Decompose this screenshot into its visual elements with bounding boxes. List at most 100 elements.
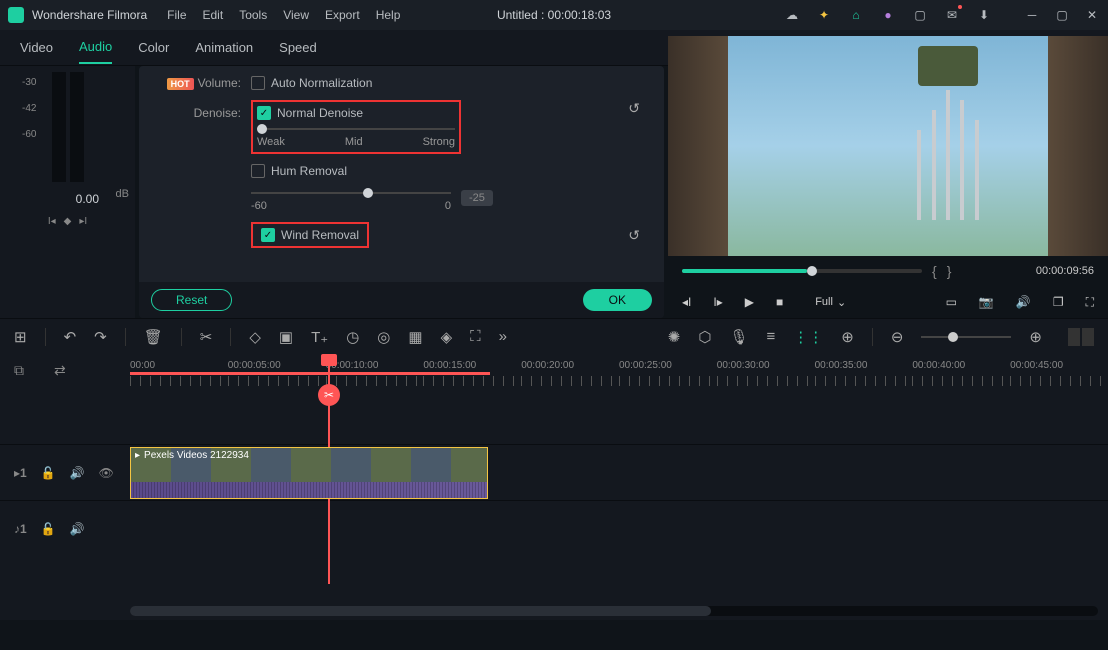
download-icon[interactable]: ⬇ (976, 7, 992, 23)
atrack-icon[interactable]: ♪1 (14, 522, 27, 536)
play-button[interactable]: ▶ (745, 295, 754, 309)
mark-in-icon[interactable]: { (932, 263, 937, 279)
tab-video[interactable]: Video (20, 32, 53, 63)
stop-button[interactable]: ■ (776, 295, 783, 309)
speed-icon[interactable]: ◷ (346, 328, 359, 346)
clip-play-icon: ▸ (135, 450, 140, 461)
volume-label: Volume: (198, 76, 241, 90)
vtrack-icon[interactable]: ▸1 (14, 466, 27, 480)
headphones-icon[interactable]: ⌂ (848, 7, 864, 23)
undo-icon[interactable]: ↶ (64, 328, 77, 346)
timeline-scrollbar[interactable] (130, 606, 1098, 616)
ruler-tick: 00:00:25:00 (619, 360, 717, 371)
ok-button[interactable]: OK (583, 289, 652, 311)
normal-denoise-checkbox[interactable]: ✓ (257, 106, 271, 120)
zoom-in-icon[interactable]: ⊕ (1029, 328, 1042, 346)
sphere-icon[interactable]: ● (880, 7, 896, 23)
ruler-link-icon[interactable]: ⇄ (54, 362, 66, 379)
normal-denoise-label: Normal Denoise (277, 106, 363, 120)
tab-audio[interactable]: Audio (79, 31, 112, 64)
timeline: ⧉ ⇄ 00:00 00:00:05:00 00:00:10:00 00:00:… (0, 354, 1108, 620)
stepframe-back-button[interactable]: I▸ (713, 295, 722, 309)
work-area-bar[interactable] (130, 372, 490, 375)
save-icon[interactable]: ▢ (912, 7, 928, 23)
magnet-icon[interactable]: ✺ (668, 328, 681, 346)
more-icon[interactable]: » (499, 328, 507, 345)
pip-icon[interactable]: ❐ (1053, 295, 1064, 309)
menu-tools[interactable]: Tools (239, 8, 267, 22)
hum-checkbox[interactable] (251, 164, 265, 178)
video-clip[interactable]: ▸ Pexels Videos 2122934 (130, 447, 488, 499)
reset-button[interactable]: Reset (151, 289, 232, 311)
vtrack-eye-icon[interactable]: 👁 (99, 466, 114, 480)
panels-icon[interactable]: ⊞ (14, 328, 27, 346)
text-icon[interactable]: T₊ (311, 328, 328, 346)
crop-icon[interactable]: ▣ (279, 328, 293, 346)
ruler-copy-icon[interactable]: ⧉ (14, 362, 24, 379)
playhead-scissors-icon[interactable]: ✂ (318, 384, 340, 406)
mic-icon[interactable]: 🎙 (729, 328, 748, 346)
app-title: Wondershare Filmora (32, 8, 147, 22)
delete-icon[interactable]: 🗑 (144, 328, 163, 346)
preview-scrubber[interactable] (682, 269, 922, 273)
time-ruler[interactable]: ⧉ ⇄ 00:00 00:00:05:00 00:00:10:00 00:00:… (0, 354, 1108, 394)
volume-row: HOTVolume: Auto Normalization (163, 76, 640, 90)
wind-reset-icon[interactable]: ↺ (628, 227, 640, 244)
mixer-icon[interactable]: ≡ (767, 328, 776, 345)
zoom-slider[interactable] (921, 336, 1011, 338)
fullscreen-icon[interactable]: ⛶ (1086, 295, 1094, 310)
denoise-strong: Strong (423, 136, 455, 148)
hum-min: -60 (251, 200, 267, 212)
cloud-icon[interactable]: ☁ (784, 7, 800, 23)
keyframe-icon[interactable]: ◈ (441, 328, 453, 346)
redo-icon[interactable]: ↷ (94, 328, 107, 346)
track-size-icon[interactable] (1068, 328, 1094, 346)
menu-edit[interactable]: Edit (203, 8, 224, 22)
tab-color[interactable]: Color (138, 32, 169, 63)
step-back-button[interactable]: ◂I (682, 295, 691, 309)
marker-add-icon[interactable]: ⋮⋮ (793, 328, 823, 346)
minimize-button[interactable]: ─ (1024, 7, 1040, 23)
ruler-tick: 00:00 (130, 360, 228, 371)
volume-icon[interactable]: 🔊 (1016, 295, 1031, 309)
menu-export[interactable]: Export (325, 8, 360, 22)
denoise-reset-icon[interactable]: ↺ (628, 100, 640, 117)
denoise-highlight: ✓ Normal Denoise Weak Mid Strong (251, 100, 461, 154)
meter-transport: I◂ ◆ ▸I (8, 216, 127, 227)
atrack-mute-icon[interactable]: 🔊 (70, 522, 85, 536)
maximize-button[interactable]: ▢ (1054, 7, 1070, 23)
tab-speed[interactable]: Speed (279, 32, 317, 63)
cut-icon[interactable]: ✂ (200, 328, 213, 346)
vtrack-mute-icon[interactable]: 🔊 (70, 466, 85, 480)
mail-icon[interactable]: ✉ (944, 7, 960, 23)
zoom-out-icon[interactable]: ⊖ (891, 328, 904, 346)
clip-name: Pexels Videos 2122934 (144, 450, 249, 461)
snapshot-icon[interactable]: 📷 (979, 295, 994, 309)
quality-dropdown[interactable]: Full ⌄ (815, 296, 846, 309)
menu-file[interactable]: File (167, 8, 186, 22)
bulb-icon[interactable]: ✦ (816, 7, 832, 23)
meter-key-icon[interactable]: ◆ (64, 216, 72, 227)
meter-prev-icon[interactable]: I◂ (48, 216, 56, 227)
tag-icon[interactable]: ◇ (249, 328, 261, 346)
close-button[interactable]: ✕ (1084, 7, 1100, 23)
wind-checkbox[interactable]: ✓ (261, 228, 275, 242)
color-icon[interactable]: ◎ (377, 328, 390, 346)
shield-icon[interactable]: ⬡ (698, 328, 711, 346)
atrack-lock-icon[interactable]: 🔓 (41, 522, 56, 536)
level-meter: -30 -42 -60 (8, 70, 108, 190)
mark-out-icon[interactable]: } (947, 263, 952, 279)
tab-animation[interactable]: Animation (195, 32, 253, 63)
add-marker-icon[interactable]: ⊕ (841, 328, 854, 346)
greenscreen-icon[interactable]: ▦ (408, 328, 422, 346)
menu-help[interactable]: Help (376, 8, 401, 22)
panel-actions: Reset OK (139, 282, 664, 318)
meter-next-icon[interactable]: ▸I (79, 216, 87, 227)
expand-icon[interactable]: ⛶ (470, 328, 481, 345)
hum-slider[interactable] (251, 192, 451, 194)
menu-view[interactable]: View (283, 8, 309, 22)
auto-norm-checkbox[interactable] (251, 76, 265, 90)
screen-icon[interactable]: ▭ (946, 295, 957, 309)
denoise-slider[interactable] (257, 128, 455, 130)
vtrack-lock-icon[interactable]: 🔓 (41, 466, 56, 480)
